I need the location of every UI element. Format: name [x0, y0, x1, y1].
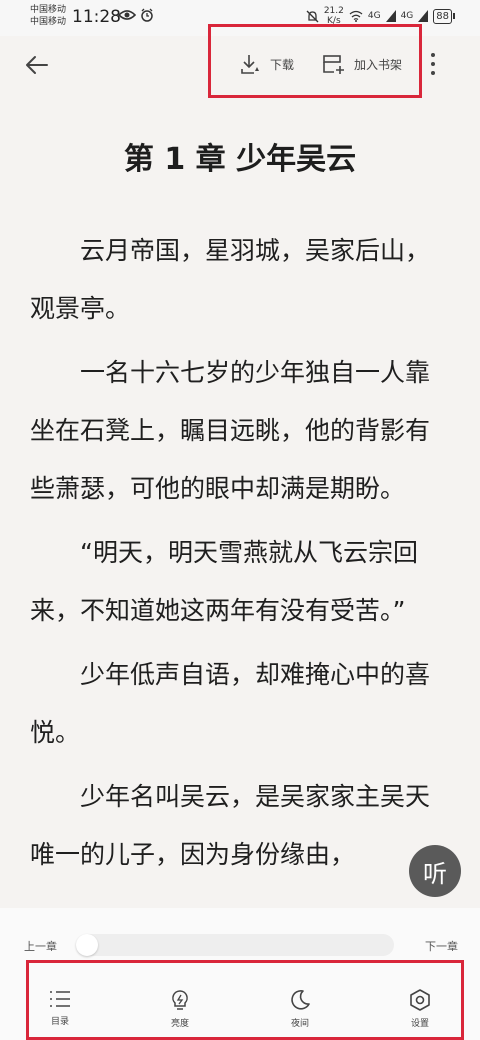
chapter-progress-slider[interactable]: [76, 934, 394, 956]
back-arrow-icon[interactable]: [22, 50, 52, 80]
status-time: 11:28: [72, 7, 121, 27]
signal-2-label: 4G: [400, 11, 414, 21]
paragraph: 云月帝国，星羽城，吴家后山，观景亭。: [30, 236, 431, 323]
eye-icon: [118, 10, 136, 20]
carrier-1: 中国移动: [30, 5, 67, 15]
paragraph: 少年名叫吴云，是吴家家主吴天唯一的儿子，因为身份缘由，: [30, 782, 431, 869]
battery-indicator: 88: [433, 8, 455, 24]
signal-1-label: 4G: [367, 11, 381, 21]
wifi-icon: [349, 10, 363, 22]
signal-2-icon: [418, 10, 429, 22]
mute-bell-icon: [306, 10, 319, 22]
progress-knob[interactable]: [76, 934, 98, 956]
listen-button[interactable]: 听: [409, 845, 461, 897]
chapter-title: 第 1 章 少年吴云: [123, 142, 357, 177]
chapter-content: 云月帝国，星羽城，吴家后山，观景亭。 一名十六七岁的少年独自一人靠坐在石凳上，瞩…: [30, 222, 454, 902]
speed-value: 21.2: [323, 6, 344, 16]
prev-chapter-button[interactable]: 上一章: [24, 938, 57, 954]
carrier-info: 中国移动 中国移动: [30, 4, 66, 28]
paragraph: 少年低声自语，却难掩心中的喜悦。: [30, 660, 431, 747]
next-chapter-button[interactable]: 下一章: [425, 938, 458, 954]
alarm-icon: [141, 8, 153, 22]
highlight-frame-top: [208, 24, 422, 98]
signal-1-icon: [385, 10, 396, 22]
paragraph: “明天，明天雪燕就从飞云宗回来，不知道她这两年有没有受苦。”: [30, 538, 418, 625]
status-right: 21.2 K/s 4G 4G 88: [306, 6, 455, 26]
paragraph: 一名十六七岁的少年独自一人靠坐在石凳上，瞩目远眺，他的背影有些萧瑟，可他的眼中却…: [30, 358, 431, 503]
highlight-frame-bottom: [26, 960, 464, 1040]
network-speed: 21.2 K/s: [324, 6, 344, 26]
carrier-2: 中国移动: [30, 17, 67, 27]
more-options-icon[interactable]: [428, 50, 438, 78]
